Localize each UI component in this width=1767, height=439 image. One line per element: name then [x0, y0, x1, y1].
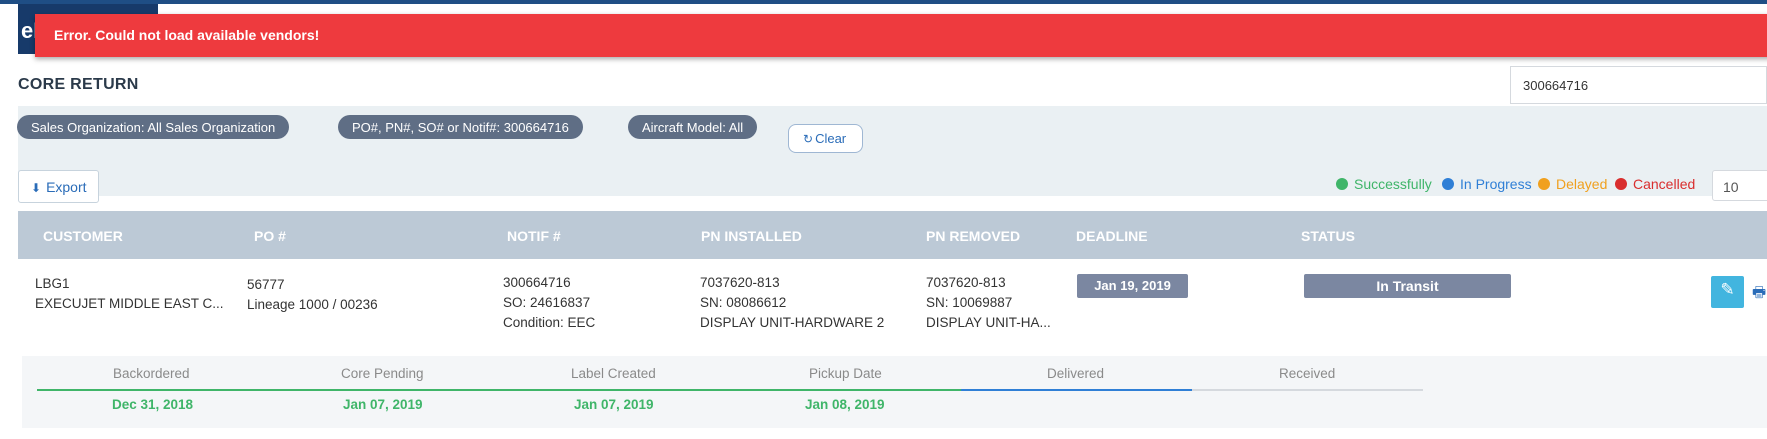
- page-size-select[interactable]: 10: [1712, 170, 1767, 201]
- legend-item-cancelled: Cancelled: [1615, 176, 1695, 192]
- deadline-badge: Jan 19, 2019: [1077, 274, 1188, 298]
- column-header-status[interactable]: STATUS: [1301, 228, 1355, 244]
- step-date-core-pending: Jan 07, 2019: [343, 397, 423, 412]
- legend-label: Delayed: [1556, 176, 1608, 192]
- customer-code: LBG1: [35, 276, 70, 291]
- download-icon: ⬇: [31, 181, 42, 195]
- legend-item-in-progress: In Progress: [1442, 176, 1532, 192]
- export-label: Export: [46, 179, 87, 195]
- column-header-pn-removed[interactable]: PN REMOVED: [926, 228, 1020, 244]
- step-label-received: Received: [1279, 366, 1336, 381]
- filter-chip-sales-organization[interactable]: Sales Organization: All Sales Organizati…: [17, 115, 290, 139]
- status-badge: In Transit: [1304, 274, 1511, 298]
- pn-installed-description: DISPLAY UNIT-HARDWARE 2: [700, 315, 885, 330]
- clear-label: Clear: [815, 131, 847, 146]
- customer-name: EXECUJET MIDDLE EAST C...: [35, 296, 224, 311]
- print-button[interactable]: 🖶: [1752, 282, 1766, 307]
- table-header: CUSTOMER PO # NOTIF # PN INSTALLED PN RE…: [18, 211, 1767, 259]
- step-label-label-created: Label Created: [571, 366, 656, 381]
- printer-icon: 🖶: [1752, 284, 1767, 301]
- step-line-backordered: [37, 389, 268, 391]
- column-header-notif[interactable]: NOTIF #: [507, 228, 561, 244]
- legend-item-delayed: Delayed: [1538, 176, 1607, 192]
- pn-installed-number: 7037620-813: [700, 275, 780, 290]
- column-header-customer[interactable]: CUSTOMER: [43, 228, 123, 244]
- po-aircraft: Lineage 1000 / 00236: [247, 297, 378, 312]
- export-button[interactable]: ⬇ Export: [18, 170, 99, 203]
- so-number: SO: 24616837: [503, 295, 591, 310]
- pn-installed-serial: SN: 08086612: [700, 295, 787, 310]
- search-input[interactable]: [1510, 66, 1767, 104]
- clear-filters-button[interactable]: ↻ Clear: [788, 124, 863, 153]
- refresh-icon: ↻: [803, 132, 814, 146]
- step-label-backordered: Backordered: [113, 366, 190, 381]
- status-dot-icon: [1336, 178, 1348, 190]
- status-dot-icon: [1538, 178, 1550, 190]
- step-line-delivered: [961, 389, 1192, 391]
- shipment-tracker: [22, 356, 1767, 428]
- step-line-received: [1192, 389, 1423, 391]
- filter-chip-aircraft-model[interactable]: Aircraft Model: All: [628, 115, 758, 139]
- pn-removed-serial: SN: 10069887: [926, 295, 1013, 310]
- column-header-deadline[interactable]: DEADLINE: [1076, 228, 1148, 244]
- po-number: 56777: [247, 277, 285, 292]
- step-date-backordered: Dec 31, 2018: [112, 397, 194, 412]
- pencil-icon: ✎: [1720, 280, 1735, 299]
- step-date-label-created: Jan 07, 2019: [574, 397, 654, 412]
- column-header-pn-installed[interactable]: PN INSTALLED: [701, 228, 802, 244]
- status-dot-icon: [1615, 178, 1627, 190]
- status-dot-icon: [1442, 178, 1454, 190]
- step-label-core-pending: Core Pending: [341, 366, 424, 381]
- pn-removed-description: DISPLAY UNIT-HA...: [926, 315, 1051, 330]
- page-title: CORE RETURN: [18, 76, 139, 93]
- legend-label: Cancelled: [1633, 176, 1696, 192]
- step-line-label-created: [499, 389, 730, 391]
- legend-label: Successfully: [1354, 176, 1432, 192]
- column-header-po[interactable]: PO #: [254, 228, 286, 244]
- legend-label: In Progress: [1460, 176, 1532, 192]
- edit-button[interactable]: ✎: [1711, 276, 1744, 308]
- legend-item-successfully: Successfully: [1336, 176, 1432, 192]
- error-alert: Error. Could not load available vendors!: [35, 14, 1767, 57]
- step-label-pickup-date: Pickup Date: [809, 366, 882, 381]
- filter-chip-search-number[interactable]: PO#, PN#, SO# or Notif#: 300664716: [338, 115, 583, 139]
- pn-removed-number: 7037620-813: [926, 275, 1006, 290]
- condition: Condition: EEC: [503, 315, 596, 330]
- step-label-delivered: Delivered: [1047, 366, 1105, 381]
- step-date-pickup-date: Jan 08, 2019: [805, 397, 885, 412]
- notif-number: 300664716: [503, 275, 571, 290]
- error-message: Error. Could not load available vendors!: [54, 27, 320, 43]
- step-line-pickup-date: [730, 389, 961, 391]
- top-bar: [0, 0, 1767, 4]
- step-line-core-pending: [268, 389, 499, 391]
